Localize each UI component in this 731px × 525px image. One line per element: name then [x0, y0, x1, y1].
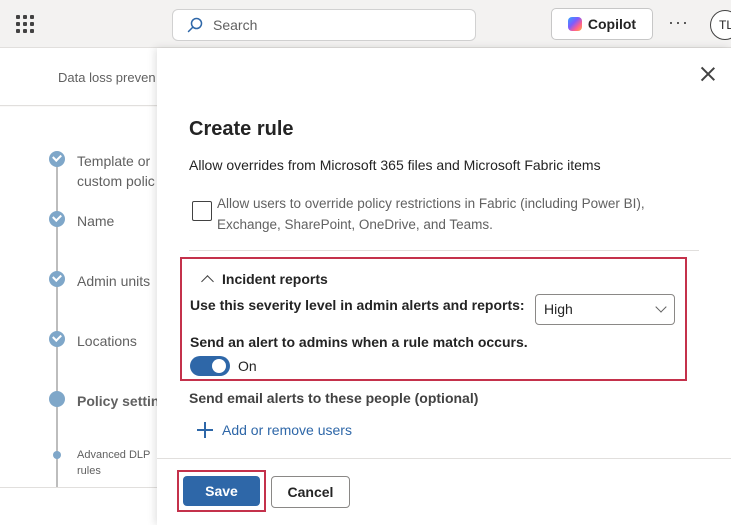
top-bar: Copilot ··· TL [0, 0, 731, 48]
checkmark-icon [49, 271, 65, 287]
step-label: Locations [77, 333, 137, 349]
severity-dropdown[interactable]: High [535, 294, 675, 325]
override-heading: Allow overrides from Microsoft 365 files… [189, 157, 601, 173]
search-input[interactable] [213, 17, 453, 33]
step-label: Admin units [77, 273, 151, 289]
step-label: Name [77, 213, 115, 229]
add-users-label: Add or remove users [222, 422, 352, 438]
checkmark-icon [49, 211, 65, 227]
search-icon [187, 17, 203, 33]
step-policy-settings[interactable]: Policy settin [49, 391, 162, 411]
incident-reports-section: Incident reports Use this severity level… [180, 257, 687, 381]
substep-dot-icon [53, 451, 61, 459]
checkmark-icon [49, 331, 65, 347]
panel-title: Create rule [189, 118, 294, 140]
copilot-label: Copilot [587, 16, 637, 32]
severity-label: Use this severity level in admin alerts … [190, 297, 525, 313]
page-footer [0, 487, 160, 525]
page-header: Data loss preven [0, 48, 160, 106]
email-alerts-label: Send email alerts to these people (optio… [189, 390, 479, 406]
copilot-icon [567, 17, 582, 31]
breadcrumb[interactable]: Data loss preven [58, 70, 156, 85]
section-divider [189, 250, 699, 251]
avatar[interactable]: TL [710, 10, 731, 40]
plus-icon [197, 422, 213, 438]
incident-reports-toggle[interactable]: Incident reports [201, 271, 328, 288]
step-advanced-dlp-rules[interactable]: Advanced DLP rules [49, 447, 162, 479]
step-label-line2: custom polic [77, 173, 155, 189]
step-locations[interactable]: Locations [49, 331, 162, 351]
step-label: Policy settin [77, 393, 160, 409]
chevron-down-icon [655, 301, 667, 313]
save-button[interactable]: Save [183, 476, 260, 506]
admin-alert-toggle-row[interactable]: On [190, 356, 257, 376]
override-checkbox-row[interactable]: Allow users to override policy restricti… [192, 193, 677, 235]
copilot-button[interactable]: Copilot [551, 8, 653, 40]
step-name[interactable]: Name [49, 211, 162, 231]
step-template[interactable]: Template or custom polic [49, 151, 162, 191]
create-rule-panel: Create rule Allow overrides from Microso… [157, 48, 731, 525]
severity-value: High [544, 301, 573, 317]
admin-alert-toggle[interactable] [190, 356, 230, 376]
incident-reports-heading: Incident reports [222, 271, 328, 287]
app-launcher-icon[interactable] [16, 15, 34, 33]
toggle-state-label: On [238, 358, 257, 374]
current-step-icon [49, 391, 65, 407]
footer-divider [157, 458, 731, 459]
override-checkbox-label[interactable]: Allow users to override policy restricti… [217, 193, 677, 235]
step-label-line2: rules [77, 465, 101, 477]
cancel-button[interactable]: Cancel [271, 476, 350, 508]
save-highlight: Save [177, 470, 266, 512]
add-remove-users-link[interactable]: Add or remove users [197, 422, 352, 438]
override-checkbox[interactable] [192, 201, 212, 221]
admin-alert-label: Send an alert to admins when a rule matc… [190, 334, 528, 350]
more-options-icon[interactable]: ··· [668, 12, 689, 33]
chevron-up-icon [201, 274, 214, 288]
step-admin-units[interactable]: Admin units [49, 271, 162, 291]
step-label: Template or [77, 153, 151, 169]
close-icon[interactable] [700, 66, 716, 82]
search-box[interactable] [172, 9, 476, 41]
wizard-stepper: Template or custom polic Name Admin unit… [0, 107, 162, 499]
step-label: Advanced DLP [77, 449, 151, 461]
checkmark-icon [49, 151, 65, 167]
